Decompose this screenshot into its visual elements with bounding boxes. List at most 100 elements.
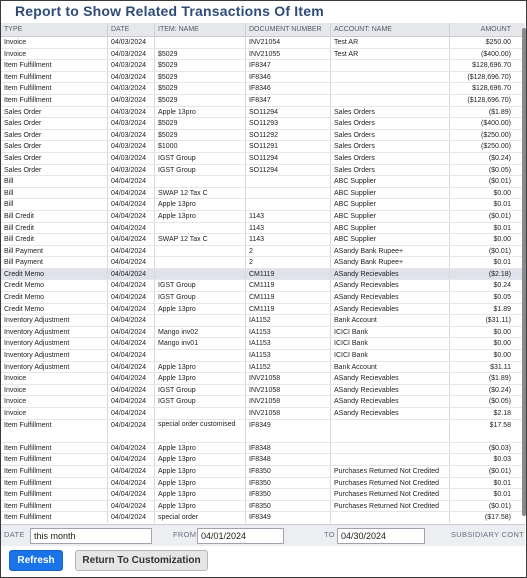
cell-type: Credit Memo [4,282,45,290]
cell-item-name: $5029 [154,118,245,129]
cell-account-name: Purchases Returned Not Credited [330,500,449,512]
table-row[interactable]: Item Fulfillment 04/04/2024 Apple 13pro IF8… [1,454,525,466]
cell-document-number: IF8350 [245,500,330,512]
results-table: TYPE DATE ITEM: NAME DOCUMENT NUMBER ACC… [1,23,525,523]
cell-account-name [330,454,449,465]
table-row[interactable]: Credit Memo 04/04/2024 IGST Group CM1119 ASa… [1,280,525,293]
table-row[interactable]: Sales Order 04/03/2024 $5029 SO11292 Sales O… [1,129,525,142]
column-header-type[interactable]: TYPE [1,23,107,37]
cell-type: Inventory Adjustment [4,328,70,336]
vertical-scrollbar[interactable] [520,24,526,521]
cell-amount: ($0.03) [449,442,517,454]
cell-account-name [330,83,449,94]
table-row[interactable]: Invoice 04/04/2024 IGST Group INV21058 ASand… [1,396,525,408]
column-header-item-name[interactable]: ITEM: NAME [154,23,245,37]
to-date-field[interactable]: 04/30/2024 [337,528,425,544]
column-header-amount[interactable]: AMOUNT [449,23,517,37]
table-row[interactable]: Bill Credit 04/04/2024 1143 ABC Supplier $0.… [1,222,525,235]
cell-amount: $0.24 [449,280,517,292]
cell-document-number: INV21058 [245,373,330,384]
cell-item-name: Apple 13pro [154,303,245,315]
table-row[interactable]: Item Fulfillment 04/04/2024 special order I… [1,512,525,523]
table-row[interactable]: Credit Memo 04/04/2024 IGST Group CM1119 ASa… [1,292,525,304]
column-header-document-number[interactable]: DOCUMENT NUMBER [245,23,330,37]
table-row[interactable]: Bill Credit 04/04/2024 SWAP 12 Tax C 1143 AB… [1,234,525,246]
cell-amount: $2.18 [449,408,517,419]
return-to-customization-button[interactable]: Return To Customization [75,550,208,571]
table-row[interactable]: Item Fulfillment 04/03/2024 $5029 IF8346 ($1… [1,71,525,84]
cell-account-name: ABC Supplier [330,234,449,245]
cell-document-number: CM1119 [245,280,330,292]
from-date-field[interactable]: 04/01/2024 [197,528,284,544]
table-row[interactable]: Item Fulfillment 04/04/2024 Apple 13pro IF8… [1,442,525,455]
table-row[interactable]: Invoice 04/03/2024 INV21054 Test AR $250.00 [1,37,525,49]
table-row[interactable]: Inventory Adjustment 04/04/2024 Mango inv0… [1,338,525,351]
table-row[interactable]: Item Fulfillment 04/04/2024 Apple 13pro IF8… [1,489,525,501]
cell-date: 04/04/2024 [107,315,154,326]
cell-account-name: Sales Orders [330,129,449,141]
table-row[interactable]: Sales Order 04/03/2024 IGST Group SO11294 Sa… [1,164,525,177]
cell-item-name: IGST Group [154,292,245,303]
cell-document-number: IF8346 [245,71,330,83]
table-row[interactable]: Sales Order 04/03/2024 $1000 SO11291 Sales O… [1,141,525,153]
cell-date: 04/04/2024 [107,199,154,210]
table-row[interactable]: Invoice 04/04/2024 INV21058 ASandy Recievab… [1,408,525,420]
date-range-select[interactable]: this month [30,528,152,544]
column-header-account-name[interactable]: ACCOUNT: NAME [330,23,449,37]
cell-document-number: IF8348 [245,442,330,454]
cell-account-name: ASandy Recievables [330,384,449,396]
table-row[interactable]: Bill Payment 04/04/2024 2 ASandy Bank Rupee… [1,257,525,269]
scrollbar-thumb[interactable] [522,28,526,516]
refresh-button[interactable]: Refresh [9,550,63,571]
table-row[interactable]: Item Fulfillment 04/03/2024 $5029 IF8347 $12… [1,60,525,72]
table-row[interactable]: Credit Memo 04/04/2024 Apple 13pro CM1119 AS… [1,303,525,316]
table-row[interactable]: Sales Order 04/03/2024 $5029 SO11293 Sales O… [1,118,525,130]
cell-date: 04/04/2024 [107,373,154,384]
table-row[interactable]: Item Fulfillment 04/04/2024 Apple 13pro IF8… [1,465,525,478]
cell-item-name: Apple 13pro [154,477,245,489]
table-row[interactable]: Item Fulfillment 04/04/2024 Apple 13pro IF8… [1,477,525,490]
cell-amount: $1.89 [449,303,517,315]
cell-item-name [154,37,245,48]
cell-document-number: IA1153 [245,326,330,338]
cell-account-name: Sales Orders [330,141,449,152]
cell-amount: $0.00 [449,187,517,199]
table-row[interactable]: Invoice 04/04/2024 IGST Group INV21058 ASand… [1,384,525,397]
table-row[interactable]: Bill 04/04/2024 ABC Supplier ($0.01) [1,176,525,188]
cell-type: Item Fulfillment [4,514,52,522]
table-row[interactable]: Inventory Adjustment 04/04/2024 IA1153 ICIC… [1,350,525,362]
table-row[interactable]: Item Fulfillment 04/03/2024 $5029 IF8347 ($1… [1,94,525,107]
table-row[interactable]: Bill 04/04/2024 SWAP 12 Tax C ABC Supplier $… [1,187,525,200]
table-row[interactable]: Sales Order 04/03/2024 IGST Group SO11294 Sa… [1,152,525,165]
cell-item-name [154,315,245,326]
cell-amount: ($0.01) [449,500,517,512]
cell-item-name [154,176,245,187]
cell-type: Bill [4,189,14,197]
table-row[interactable]: Sales Order 04/03/2024 Apple 13pro SO11294 S… [1,106,525,119]
table-row[interactable]: Item Fulfillment 04/04/2024 special order … [1,419,525,443]
cell-amount: ($0.05) [449,164,517,176]
table-row[interactable]: Bill Credit 04/04/2024 Apple 13pro 1143 ABC … [1,210,525,223]
cell-document-number: CM1119 [245,303,330,315]
cell-amount: ($400.00) [449,118,517,129]
table-row[interactable]: Inventory Adjustment 04/04/2024 IA1152 Bank… [1,315,525,327]
table-row[interactable]: Inventory Adjustment 04/04/2024 Mango inv0… [1,326,525,339]
table-row[interactable]: Invoice 04/04/2024 Apple 13pro INV21058 ASan… [1,373,525,385]
table-row[interactable]: Item Fulfillment 04/04/2024 Apple 13pro IF8… [1,500,525,513]
cell-document-number: INV21058 [245,396,330,407]
column-header-date[interactable]: DATE [107,23,154,37]
cell-date: 04/03/2024 [107,141,154,152]
table-row[interactable]: Bill 04/04/2024 Apple 13pro ABC Supplier $0.… [1,199,525,211]
cell-account-name: Test AR [330,48,449,60]
cell-account-name: Purchases Returned Not Credited [330,465,449,477]
cell-account-name: ASandy Bank Rupee+ [330,245,449,257]
cell-account-name [330,71,449,83]
table-row[interactable]: Inventory Adjustment 04/04/2024 Apple 13pr… [1,361,525,374]
cell-document-number: SO11293 [245,118,330,129]
table-row[interactable]: Bill Payment 04/04/2024 2 ASandy Bank Rupee… [1,245,525,258]
table-row[interactable]: Credit Memo 04/04/2024 CM1119 ASandy Reciev… [1,268,525,281]
table-row[interactable]: Item Fulfillment 04/03/2024 $5029 IF8346 $12… [1,83,525,95]
cell-account-name: ASandy Recievables [330,292,449,303]
table-row[interactable]: Invoice 04/03/2024 $5029 INV21055 Test AR ($4… [1,48,525,61]
cell-amount: $31.11 [449,361,517,373]
